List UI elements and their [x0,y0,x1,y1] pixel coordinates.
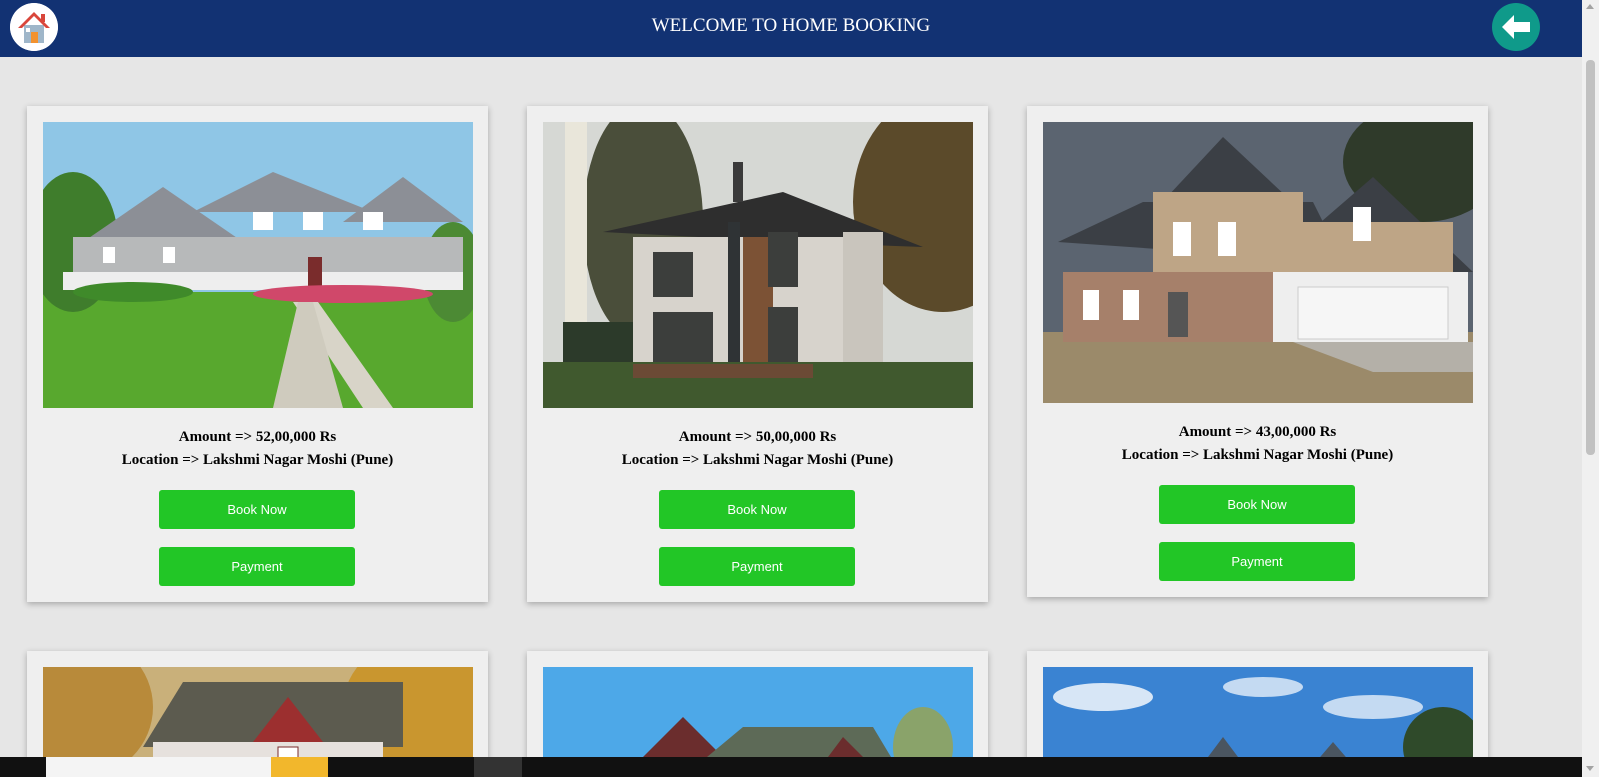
page-title: WELCOME TO HOME BOOKING [651,15,931,36]
taskbar-item[interactable] [46,757,271,777]
listing-location: Location => Lakshmi Nagar Moshi (Pune) [621,452,894,468]
taskbar-item[interactable] [474,757,522,777]
scroll-up-arrow-icon[interactable] [1586,4,1594,9]
listing-card: Amount => 43,00,000 Rs Location => Laksh… [1027,106,1488,597]
scrollbar-thumb[interactable] [1586,60,1595,455]
listing-card: Amount => 50,00,000 Rs Location => Laksh… [527,106,988,602]
listing-location: Location => Lakshmi Nagar Moshi (Pune) [121,452,394,468]
book-now-button[interactable]: Book Now [159,490,355,529]
listing-amount: Amount => 52,00,000 Rs [178,429,337,445]
listing-card: Amount => 52,00,000 Rs Location => Laksh… [27,106,488,602]
book-now-button[interactable]: Book Now [1159,485,1355,524]
book-now-button[interactable]: Book Now [659,490,855,529]
scroll-down-arrow-icon[interactable] [1586,766,1594,771]
top-header: WELCOME TO HOME BOOKING [0,0,1582,57]
back-arrow-icon[interactable] [1492,3,1540,51]
listing-location: Location => Lakshmi Nagar Moshi (Pune) [1121,447,1394,463]
listing-amount: Amount => 43,00,000 Rs [1178,424,1337,440]
taskbar-item[interactable] [271,757,328,777]
house-photo [543,122,973,408]
listing-amount: Amount => 50,00,000 Rs [678,429,837,445]
house-photo [43,122,473,408]
page-scrollbar[interactable] [1582,0,1599,777]
house-photo [1043,122,1473,403]
payment-button[interactable]: Payment [159,547,355,586]
payment-button[interactable]: Payment [659,547,855,586]
payment-button[interactable]: Payment [1159,542,1355,581]
bottom-taskbar [0,757,1582,777]
